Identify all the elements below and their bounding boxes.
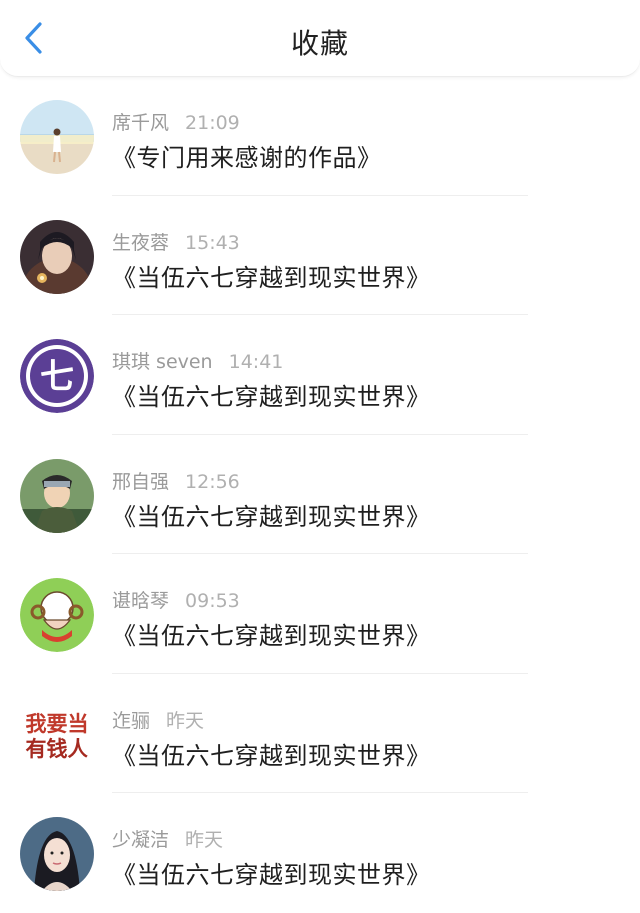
username[interactable]: 少凝洁 [112,829,169,851]
timestamp: 14:41 [228,351,284,373]
list-item[interactable]: 谌晗琴 09:53 《当伍六七穿越到现实世界》 [0,554,640,674]
svg-text:七: 七 [40,357,74,397]
work-title[interactable]: 《当伍六七穿越到现实世界》 [112,497,431,532]
avatar[interactable] [20,578,94,652]
avatar[interactable]: 我要当 有钱人 [20,697,94,772]
timestamp: 昨天 [185,829,224,851]
avatar[interactable] [20,219,94,294]
avatar[interactable]: 七 [20,339,94,413]
username[interactable]: 邢自强 [112,471,169,493]
username[interactable]: 席千风 [112,112,169,134]
work-title[interactable]: 《专门用来感谢的作品》 [112,138,382,173]
timestamp: 昨天 [166,709,205,732]
work-title[interactable]: 《当伍六七穿越到现实世界》 [112,736,431,771]
list-item[interactable]: 生夜蓉 15:43 《当伍六七穿越到现实世界》 [0,196,640,315]
username[interactable]: 谌晗琴 [112,590,169,612]
svg-text:我要当: 我要当 [26,712,89,736]
list-item[interactable]: 邢自强 12:56 《当伍六七穿越到现实世界》 [0,435,640,554]
svg-text:有钱人: 有钱人 [26,737,89,761]
avatar[interactable] [20,817,94,891]
list-item[interactable]: 我要当 有钱人 迮骊 昨天 《当伍六七穿越到现实世界》 [0,674,640,793]
list-item[interactable]: 席千风 21:09 《专门用来感谢的作品》 [0,76,640,196]
list-item[interactable]: 七 琪琪 seven 14:41 《当伍六七穿越到现实世界》 [0,315,640,435]
timestamp: 21:09 [185,112,240,134]
work-title[interactable]: 《当伍六七穿越到现实世界》 [112,855,431,890]
work-title[interactable]: 《当伍六七穿越到现实世界》 [112,258,431,293]
list-item[interactable]: 少凝洁 昨天 《当伍六七穿越到现实世界》 [0,793,640,913]
timestamp: 15:43 [185,231,240,254]
avatar[interactable] [20,458,94,533]
username[interactable]: 琪琪 seven [112,351,213,373]
timestamp: 09:53 [185,590,240,612]
favorites-list: 席千风 21:09 《专门用来感谢的作品》 生夜蓉 15:43 《当伍六七穿越到现实… [0,76,640,913]
page-title: 收藏 [290,27,349,60]
timestamp: 12:56 [185,470,240,493]
top-bar: 收藏 [0,0,640,77]
avatar[interactable] [20,100,94,174]
username[interactable]: 生夜蓉 [112,232,169,254]
work-title[interactable]: 《当伍六七穿越到现实世界》 [112,377,431,412]
work-title[interactable]: 《当伍六七穿越到现实世界》 [112,616,431,651]
username[interactable]: 迮骊 [112,710,150,732]
